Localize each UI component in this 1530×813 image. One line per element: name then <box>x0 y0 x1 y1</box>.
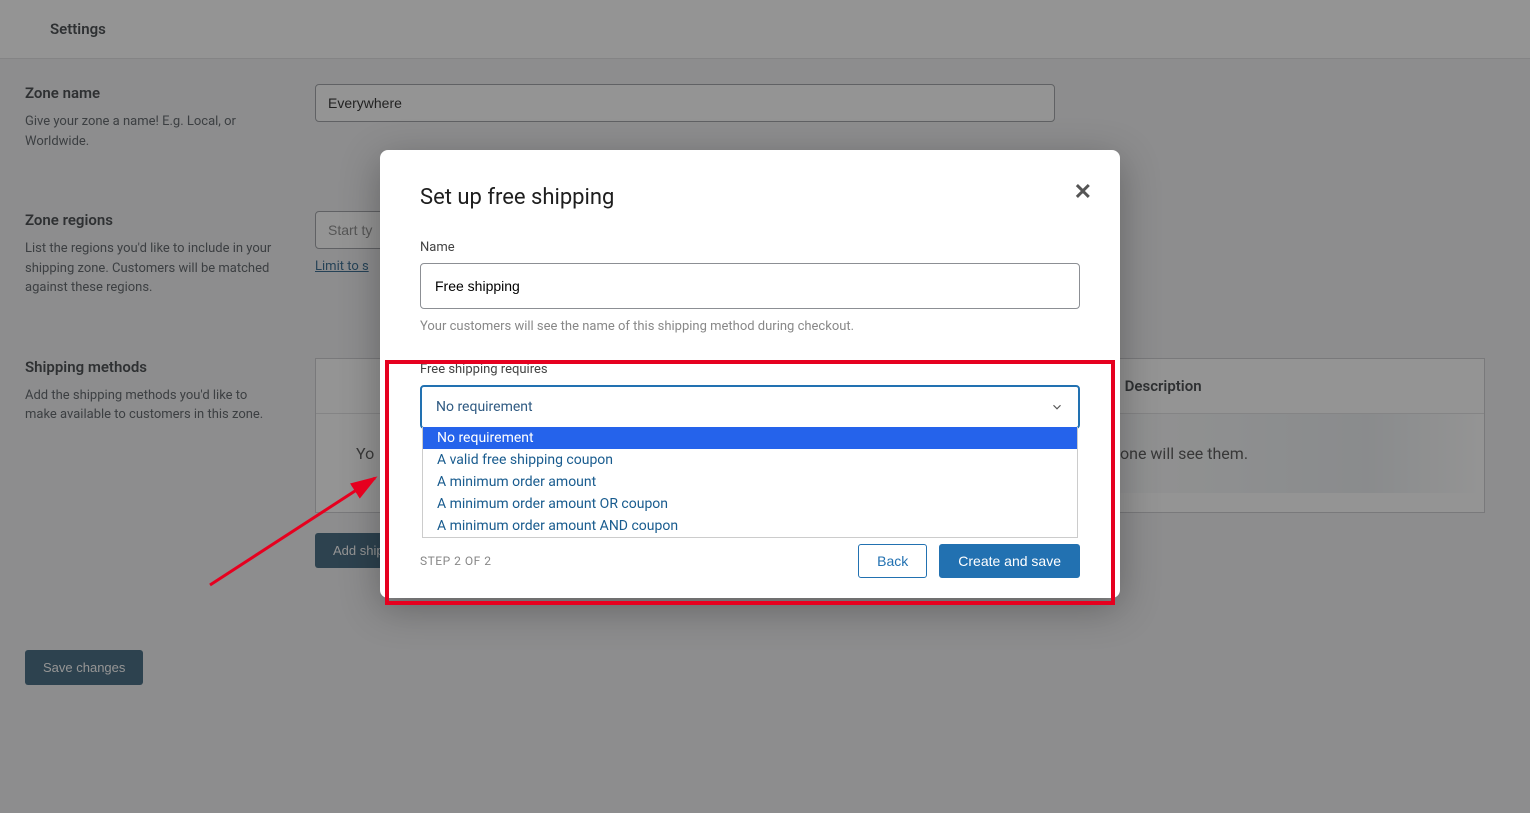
shipping-name-input[interactable] <box>420 263 1080 309</box>
name-label: Name <box>420 240 1080 255</box>
requires-select-value: No requirement <box>436 399 533 415</box>
option-min-amount[interactable]: A minimum order amount <box>423 471 1077 493</box>
modal-title: Set up free shipping <box>420 185 1080 210</box>
free-shipping-modal: ✕ Set up free shipping Name Your custome… <box>380 150 1120 598</box>
name-hint: Your customers will see the name of this… <box>420 319 1080 334</box>
back-button[interactable]: Back <box>858 544 927 578</box>
requires-select[interactable]: No requirement No requirement A valid fr… <box>420 385 1080 429</box>
requires-label: Free shipping requires <box>420 362 1080 377</box>
option-min-or-coupon[interactable]: A minimum order amount OR coupon <box>423 493 1077 515</box>
option-min-and-coupon[interactable]: A minimum order amount AND coupon <box>423 515 1077 537</box>
option-no-requirement[interactable]: No requirement <box>423 427 1077 449</box>
step-indicator: STEP 2 OF 2 <box>420 554 491 568</box>
create-and-save-button[interactable]: Create and save <box>939 544 1080 578</box>
requires-dropdown: No requirement A valid free shipping cou… <box>422 427 1078 538</box>
close-icon[interactable]: ✕ <box>1074 180 1092 205</box>
chevron-down-icon <box>1050 400 1064 414</box>
option-valid-coupon[interactable]: A valid free shipping coupon <box>423 449 1077 471</box>
